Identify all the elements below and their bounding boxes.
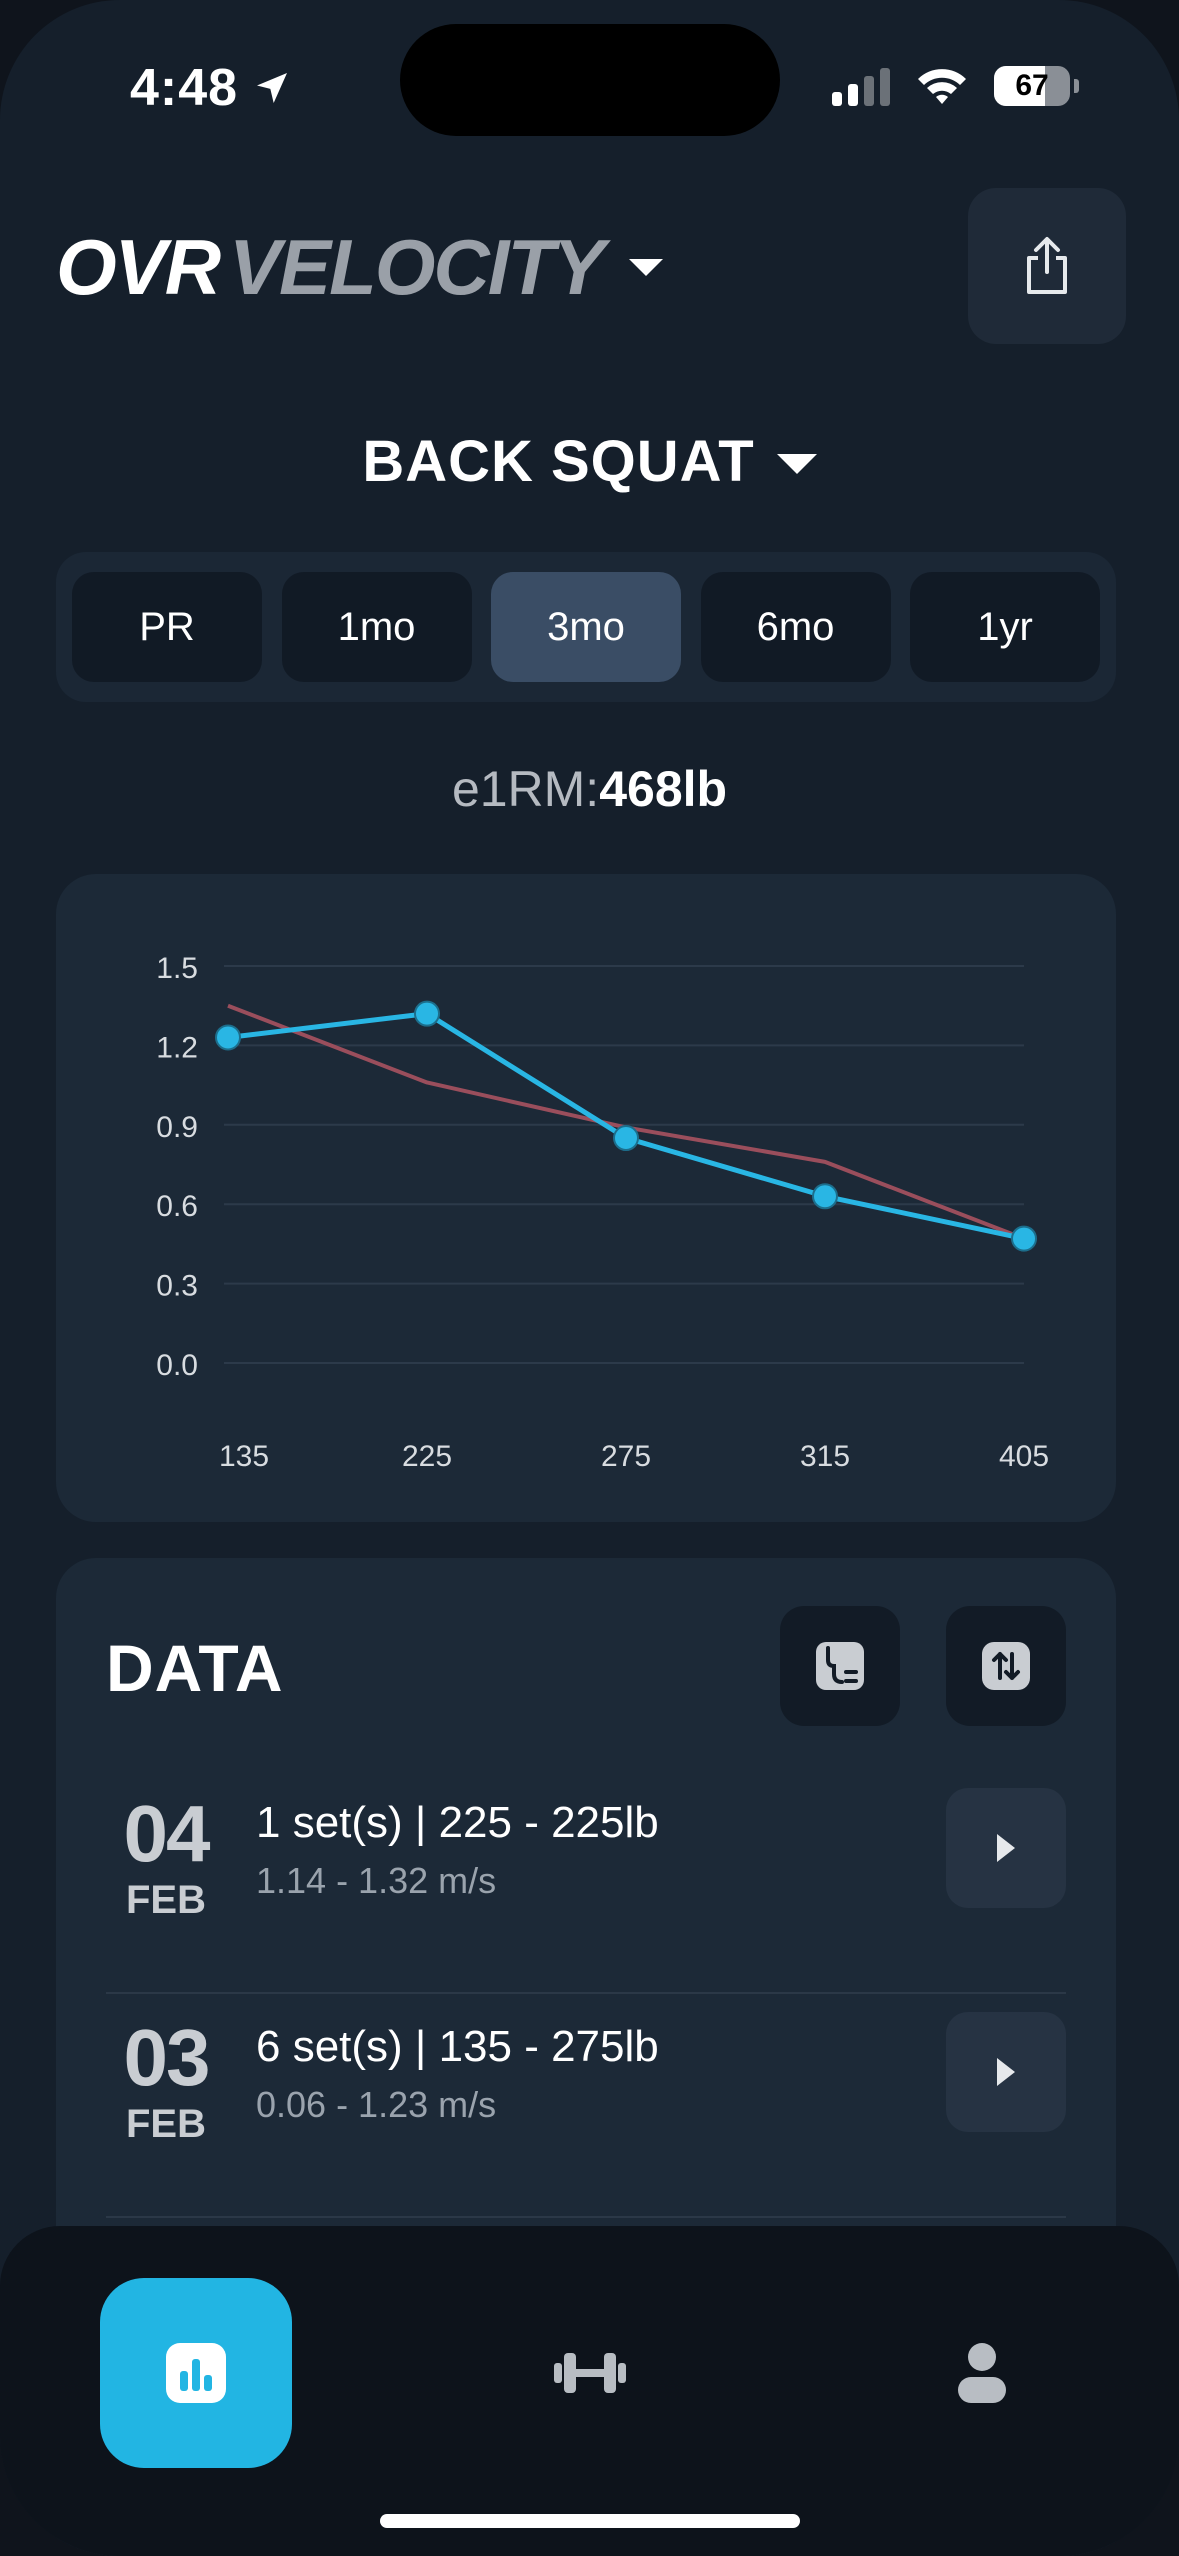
session-summary: 6 set(s) | 135 - 275lb bbox=[256, 2022, 659, 2071]
caret-down-icon bbox=[776, 453, 817, 474]
x-tick-label: 135 bbox=[219, 1440, 269, 1473]
session-velocity: 1.14 - 1.32 m/s bbox=[256, 1860, 497, 1901]
velocity-data-point bbox=[215, 1024, 241, 1051]
y-tick-label: 0.6 bbox=[156, 1190, 198, 1223]
tab-label: 1mo bbox=[337, 604, 416, 649]
share-button[interactable] bbox=[968, 188, 1126, 344]
y-tick-label: 0.3 bbox=[156, 1270, 198, 1303]
play-icon bbox=[997, 1834, 1015, 1862]
logo-secondary: VELOCITY bbox=[229, 223, 605, 311]
tab-label: 1yr bbox=[977, 604, 1033, 649]
sort-icon bbox=[982, 1642, 1030, 1690]
y-tick-label: 1.5 bbox=[156, 952, 198, 985]
dynamic-island bbox=[400, 24, 780, 136]
velocity-chart-svg: 1.5 1.2 0.9 0.6 0.3 0.0 135 225 275 315 405 bbox=[156, 952, 1049, 1473]
x-tick-label: 225 bbox=[402, 1440, 452, 1473]
tab-label: 6mo bbox=[756, 604, 835, 649]
tab-pr[interactable]: PR bbox=[72, 572, 262, 682]
location-arrow-icon bbox=[257, 73, 288, 103]
bottom-nav bbox=[0, 2226, 1179, 2556]
battery-tip bbox=[1074, 79, 1079, 93]
data-title: DATA bbox=[106, 1631, 284, 1705]
velocity-data-point bbox=[812, 1183, 838, 1210]
status-time: 4:48 bbox=[130, 58, 292, 118]
x-tick-label: 315 bbox=[800, 1440, 850, 1473]
cellular-signal-icon bbox=[832, 66, 890, 106]
app-logo-switcher[interactable]: OVR VELOCITY bbox=[56, 222, 664, 313]
e1rm-value: 468lb bbox=[599, 761, 728, 817]
dumbbell-icon bbox=[554, 2353, 626, 2393]
session-expand-button[interactable] bbox=[946, 2012, 1066, 2132]
exercise-selector[interactable]: BACK SQUAT bbox=[0, 428, 1179, 495]
y-tick-label: 1.2 bbox=[156, 1031, 198, 1064]
tab-3mo[interactable]: 3mo bbox=[491, 572, 681, 682]
session-summary: 1 set(s) | 225 - 225lb bbox=[256, 1798, 659, 1847]
session-expand-button[interactable] bbox=[946, 1788, 1066, 1908]
battery-icon: 67 bbox=[994, 66, 1070, 106]
battery-percent: 67 bbox=[1015, 69, 1049, 102]
e1rm-label: e1RM: bbox=[451, 761, 600, 817]
session-day: 03 bbox=[123, 2013, 211, 2102]
tab-1mo[interactable]: 1mo bbox=[281, 572, 472, 682]
tab-6mo[interactable]: 6mo bbox=[700, 572, 891, 682]
bar-chart-icon bbox=[166, 2343, 226, 2403]
app-screen: 4:48 67 OVR VELOCITY BACK SQUAT PR 1mo 3… bbox=[0, 0, 1179, 2556]
session-velocity: 0.06 - 1.23 m/s bbox=[256, 2084, 497, 2125]
share-icon bbox=[1027, 237, 1067, 294]
logo-primary: OVR bbox=[56, 223, 221, 311]
session-month: FEB bbox=[126, 2102, 206, 2146]
session-row[interactable]: 04 FEB 1 set(s) | 225 - 225lb 1.14 - 1.3… bbox=[106, 1768, 1066, 1994]
play-icon bbox=[997, 2058, 1015, 2086]
x-tick-label: 275 bbox=[601, 1440, 651, 1473]
log-list-button[interactable] bbox=[780, 1606, 900, 1726]
range-tab-bar: PR 1mo 3mo 6mo 1yr bbox=[56, 552, 1116, 702]
sort-button[interactable] bbox=[946, 1606, 1066, 1726]
exercise-name: BACK SQUAT bbox=[362, 429, 755, 494]
velocity-data-point bbox=[613, 1125, 639, 1152]
e1rm-readout: e1RM:468lb bbox=[0, 760, 1179, 818]
session-month: FEB bbox=[126, 1878, 206, 1922]
y-tick-label: 0.9 bbox=[156, 1111, 198, 1144]
session-row[interactable]: 03 FEB 6 set(s) | 135 - 275lb 0.06 - 1.2… bbox=[106, 1992, 1066, 2218]
velocity-chart: 1.5 1.2 0.9 0.6 0.3 0.0 135 225 275 315 405 bbox=[56, 874, 1116, 1522]
tab-label: PR bbox=[139, 604, 195, 649]
status-time-text: 4:48 bbox=[130, 59, 239, 117]
velocity-data-point bbox=[414, 1000, 440, 1027]
home-indicator bbox=[380, 2514, 800, 2528]
nav-workouts[interactable] bbox=[494, 2278, 686, 2468]
profile-icon bbox=[958, 2343, 1006, 2403]
tab-1yr[interactable]: 1yr bbox=[910, 572, 1100, 682]
nav-analytics[interactable] bbox=[100, 2278, 292, 2468]
nav-profile[interactable] bbox=[886, 2278, 1078, 2468]
status-indicators: 67 bbox=[832, 66, 1079, 106]
wifi-icon bbox=[918, 69, 966, 104]
y-tick-label: 0.0 bbox=[156, 1349, 198, 1382]
velocity-data-point bbox=[1011, 1225, 1037, 1252]
tab-label: 3mo bbox=[547, 604, 625, 649]
log-list-icon bbox=[816, 1642, 864, 1690]
x-tick-label: 405 bbox=[999, 1440, 1049, 1473]
caret-down-icon bbox=[629, 259, 664, 276]
session-day: 04 bbox=[123, 1789, 211, 1878]
